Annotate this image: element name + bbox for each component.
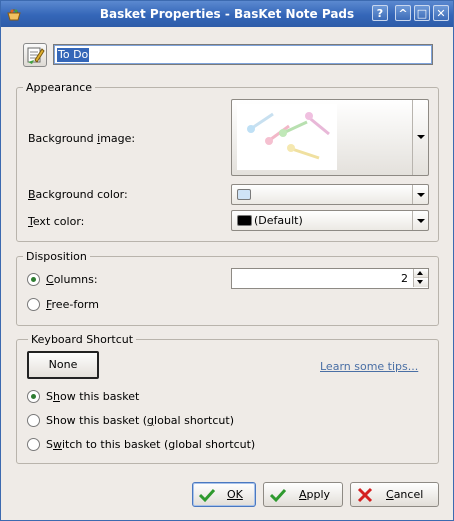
text-color-label: Text color: xyxy=(28,215,85,228)
cancel-button[interactable]: Cancel xyxy=(350,482,439,507)
switch-basket-radio[interactable] xyxy=(27,438,40,451)
ok-button-label: OK xyxy=(227,488,243,501)
pushpins-image xyxy=(237,104,337,170)
columns-radio[interactable] xyxy=(27,273,40,286)
text-color-value: (Default) xyxy=(254,214,303,227)
minimize-button[interactable]: ^ xyxy=(395,5,411,21)
shortcut-capture-button[interactable]: None xyxy=(27,351,99,379)
disposition-group xyxy=(16,256,439,326)
background-color-combo[interactable] xyxy=(231,184,429,205)
basket-name-input[interactable]: To Do xyxy=(53,44,433,65)
checkmark-icon xyxy=(270,488,286,503)
maximize-button[interactable]: □ xyxy=(414,5,430,21)
spin-up-arrow-icon[interactable] xyxy=(413,269,428,278)
background-image-label: Background image: xyxy=(28,132,136,145)
apply-button-label: Apply xyxy=(299,488,331,501)
cancel-button-label: Cancel xyxy=(386,488,424,501)
cancel-x-icon xyxy=(357,487,373,503)
learn-tips-link[interactable]: Learn some tips... xyxy=(320,360,418,373)
switch-basket-label: Switch to this basket (global shortcut) xyxy=(46,438,256,451)
text-color-combo[interactable]: (Default) xyxy=(231,210,429,231)
appearance-group-title: Appearance xyxy=(23,81,96,94)
keyboard-shortcut-group-title: Keyboard Shortcut xyxy=(28,333,137,346)
show-basket-global-radio[interactable] xyxy=(27,414,40,427)
spin-down-arrow-icon[interactable] xyxy=(413,278,428,287)
close-button[interactable]: ✕ xyxy=(433,5,449,21)
background-color-label: Background color: xyxy=(28,188,128,201)
columns-label: Columns: xyxy=(46,273,98,286)
freeform-radio[interactable] xyxy=(27,298,40,311)
disposition-group-title: Disposition xyxy=(23,250,90,263)
freeform-label: Free-form xyxy=(46,298,99,311)
columns-value: 2 xyxy=(401,272,408,285)
text-color-swatch xyxy=(237,215,252,226)
background-color-dropdown-arrow[interactable] xyxy=(412,185,428,204)
show-basket-label: Show this basket xyxy=(46,390,140,403)
text-color-dropdown-arrow[interactable] xyxy=(412,211,428,230)
basket-icon-button[interactable] xyxy=(23,43,47,67)
background-color-swatch xyxy=(237,189,251,200)
show-basket-radio[interactable] xyxy=(27,390,40,403)
checkmark-icon xyxy=(199,488,215,503)
basket-name-text: To Do xyxy=(57,48,90,62)
columns-spinbox[interactable]: 2 xyxy=(231,268,429,289)
ok-button[interactable]: OK xyxy=(192,482,256,507)
show-basket-global-label: Show this basket (global shortcut) xyxy=(46,414,234,427)
apply-button[interactable]: Apply xyxy=(263,482,343,507)
background-image-dropdown-arrow[interactable] xyxy=(412,100,428,175)
notepad-icon xyxy=(27,47,45,64)
dialog-window: Basket Properties - BasKet Note Pads ? ^… xyxy=(0,0,454,521)
help-button[interactable]: ? xyxy=(372,5,388,21)
title-bar[interactable]: Basket Properties - BasKet Note Pads ? ^… xyxy=(1,1,453,27)
background-image-combo[interactable] xyxy=(231,99,429,176)
